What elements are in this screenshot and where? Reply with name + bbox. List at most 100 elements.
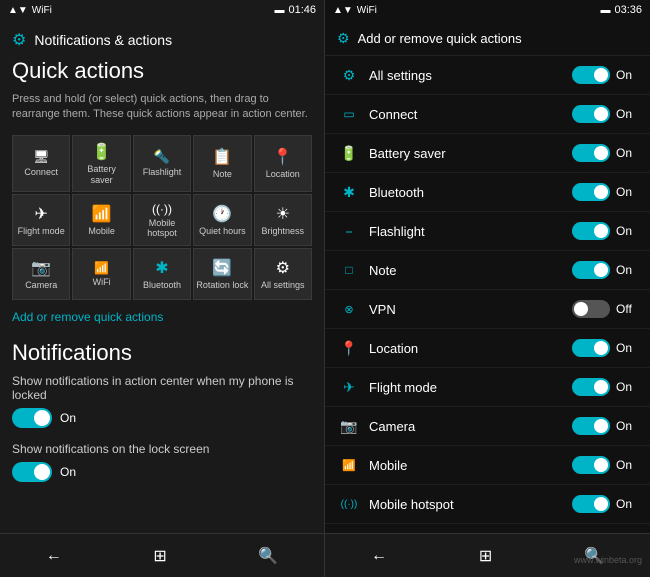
quick-label-location: Location	[266, 169, 300, 180]
right-battery-icon: ▬	[600, 5, 610, 16]
mobile-toggle[interactable]	[572, 456, 610, 474]
quick-item-allsettings[interactable]: ⚙ All settings	[254, 248, 312, 300]
mobile-row-icon: 📶	[337, 459, 361, 472]
right-back-button[interactable]: ←	[355, 543, 403, 569]
connect-row-label: Connect	[369, 107, 572, 122]
battery-icon: 🔋	[92, 142, 112, 162]
wifi-icon: 📶	[94, 261, 109, 275]
note-toggle[interactable]	[572, 261, 610, 279]
watermark: www.winbeta.org	[574, 555, 642, 565]
battery-toggle[interactable]	[572, 144, 610, 162]
hotspot-row-label: Mobile hotspot	[369, 497, 572, 512]
quick-item-connect[interactable]: 🖥 Connect	[12, 135, 70, 193]
flight-icon: ✈	[34, 204, 47, 224]
location-toggle-container: On	[572, 339, 638, 357]
quick-item-battery[interactable]: 🔋 Battery saver	[72, 135, 130, 193]
left-search-button[interactable]: 🔍	[242, 542, 294, 570]
allsettings-row-label: All settings	[369, 68, 572, 83]
quick-label-hotspot: Mobile hotspot	[136, 218, 188, 240]
note-toggle-container: On	[572, 261, 638, 279]
vpn-toggle[interactable]	[572, 300, 610, 318]
quick-item-rotation[interactable]: 🔄 Rotation lock	[193, 248, 251, 300]
location-row-label: Location	[369, 341, 572, 356]
flight-row-label: Flight mode	[369, 380, 572, 395]
hotspot-toggle[interactable]	[572, 495, 610, 513]
quick-item-note[interactable]: 📋 Note	[193, 135, 251, 193]
flight-toggle[interactable]	[572, 378, 610, 396]
bluetooth-icon: ✱	[155, 258, 168, 278]
flashlight-icon: 🔦	[154, 149, 170, 165]
right-header-icon: ⚙	[337, 30, 350, 47]
hotspot-toggle-label: On	[616, 497, 638, 511]
left-status-left: ▲▼ WiFi	[8, 5, 52, 16]
notif-toggle-lockscreen[interactable]	[12, 462, 52, 482]
quick-item-quiet[interactable]: 🕐 Quiet hours	[193, 194, 251, 246]
vpn-toggle-container: Off	[572, 300, 638, 318]
quick-item-camera[interactable]: 📷 Camera	[12, 248, 70, 300]
mobile-row-label: Mobile	[369, 458, 572, 473]
flight-toggle-label: On	[616, 380, 638, 394]
flashlight-row-icon: ⎯	[337, 224, 361, 239]
right-home-button[interactable]: ⊞	[463, 542, 508, 570]
bluetooth-toggle[interactable]	[572, 183, 610, 201]
location-toggle[interactable]	[572, 339, 610, 357]
location-toggle-label: On	[616, 341, 638, 355]
settings-row-location: 📍 Location On	[325, 329, 650, 368]
connect-toggle[interactable]	[572, 105, 610, 123]
left-wifi-icon: WiFi	[32, 5, 52, 16]
notif-toggle-locked-label: On	[60, 411, 76, 425]
left-battery-icon: ▬	[274, 5, 284, 16]
notif-toggle-locked[interactable]	[12, 408, 52, 428]
quick-label-flashlight: Flashlight	[143, 167, 182, 178]
flashlight-toggle[interactable]	[572, 222, 610, 240]
connect-row-icon: ▭	[337, 107, 361, 121]
flashlight-toggle-container: On	[572, 222, 638, 240]
settings-row-battery: 🔋 Battery saver On	[325, 134, 650, 173]
quick-label-camera: Camera	[25, 280, 57, 291]
flashlight-row-label: Flashlight	[369, 224, 572, 239]
mobile-toggle-container: On	[572, 456, 638, 474]
notif-label-locked: Show notifications in action center when…	[12, 374, 312, 402]
quick-item-location[interactable]: 📍 Location	[254, 135, 312, 193]
quick-actions-grid: 🖥 Connect 🔋 Battery saver 🔦 Flashlight 📋…	[12, 135, 312, 301]
quick-label-mobile: Mobile	[88, 226, 115, 237]
quick-label-wifi: WiFi	[93, 277, 111, 288]
connect-toggle-label: On	[616, 107, 638, 121]
notifications-title: Notifications	[12, 340, 312, 366]
flashlight-toggle-label: On	[616, 224, 638, 238]
quick-actions-desc: Press and hold (or select) quick actions…	[12, 92, 312, 123]
add-remove-link[interactable]: Add or remove quick actions	[12, 310, 312, 324]
bluetooth-toggle-label: On	[616, 185, 638, 199]
quiet-icon: 🕐	[212, 204, 232, 224]
notif-toggle-lockscreen-label: On	[60, 465, 76, 479]
bluetooth-row-label: Bluetooth	[369, 185, 572, 200]
quick-item-bluetooth[interactable]: ✱ Bluetooth	[133, 248, 191, 300]
quick-item-hotspot[interactable]: ((·)) Mobile hotspot	[133, 194, 191, 246]
allsettings-toggle[interactable]	[572, 66, 610, 84]
left-time: 01:46	[288, 4, 316, 16]
quick-label-battery: Battery saver	[75, 164, 127, 186]
left-back-button[interactable]: ←	[30, 543, 78, 569]
quick-item-flight[interactable]: ✈ Flight mode	[12, 194, 70, 246]
note-icon: 📋	[212, 147, 232, 167]
notif-toggle-row-locked: On	[12, 408, 312, 428]
quick-label-flight: Flight mode	[18, 226, 65, 237]
quick-label-rotation: Rotation lock	[196, 280, 248, 291]
connect-toggle-container: On	[572, 105, 638, 123]
settings-row-camera: 📷 Camera On	[325, 407, 650, 446]
quick-item-flashlight[interactable]: 🔦 Flashlight	[133, 135, 191, 193]
settings-row-hotspot: ((·)) Mobile hotspot On	[325, 485, 650, 524]
quick-item-wifi[interactable]: 📶 WiFi	[72, 248, 130, 300]
note-row-icon: □	[337, 263, 361, 277]
left-home-button[interactable]: ⊞	[137, 542, 182, 570]
quick-item-brightness[interactable]: ☀ Brightness	[254, 194, 312, 246]
camera-row-label: Camera	[369, 419, 572, 434]
right-status-bar: ▲▼ WiFi ▬ 03:36	[325, 0, 650, 20]
location-icon: 📍	[273, 147, 293, 167]
flight-row-icon: ✈	[337, 379, 361, 396]
camera-toggle[interactable]	[572, 417, 610, 435]
allsettings-icon: ⚙	[276, 258, 290, 278]
quick-item-mobile[interactable]: 📶 Mobile	[72, 194, 130, 246]
settings-icon: ⚙	[12, 30, 26, 50]
notif-row-locked: Show notifications in action center when…	[12, 374, 312, 428]
